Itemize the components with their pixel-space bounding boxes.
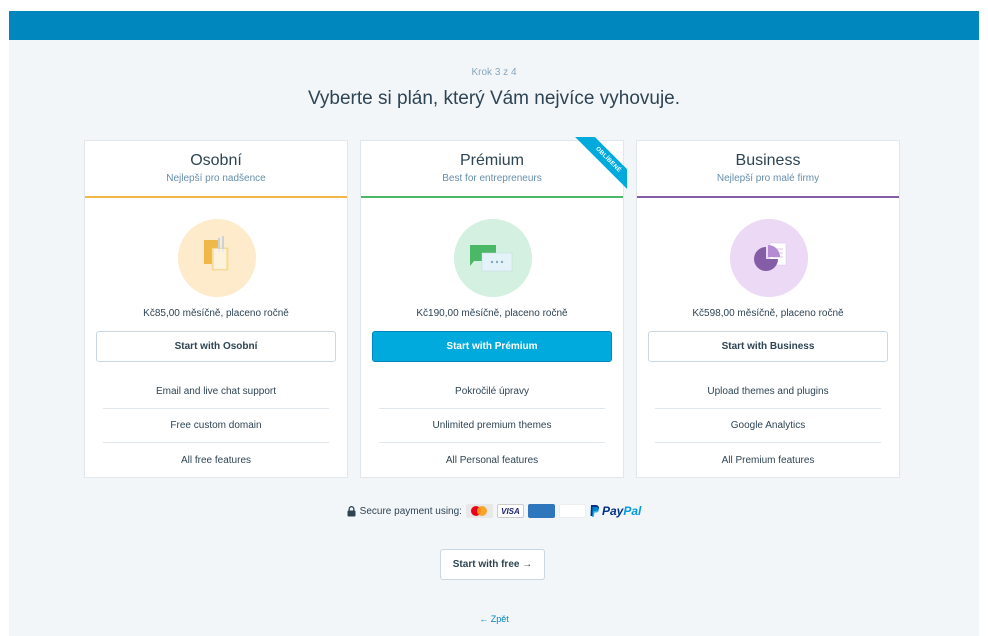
start-business-button[interactable]: Start with Business xyxy=(648,331,888,362)
masthead-bar xyxy=(9,11,979,40)
paypal-pal-text: Pal xyxy=(623,504,642,518)
paypal-pay-text: Pay xyxy=(601,504,624,518)
feature-item: All free features xyxy=(180,454,252,466)
feature-item: All Premium features xyxy=(721,454,815,466)
paypal-icon xyxy=(590,505,599,517)
feature-item: Google Analytics xyxy=(655,409,881,443)
sticky-notes-icon xyxy=(178,219,256,297)
feature-item: All Personal features xyxy=(445,454,539,466)
mastercard-logo xyxy=(465,504,493,518)
feature-list: Email and live chat support Free custom … xyxy=(103,375,329,477)
back-link[interactable]: ← Zpět xyxy=(9,614,979,624)
plan-card-osobni: Osobní Nejlepší pro nadšence Kč85,00 měs… xyxy=(84,140,348,478)
secure-payment: Secure payment using: VISA Pay Pal xyxy=(9,504,979,518)
page-title: Vyberte si plán, který Vám nejvíce vyhov… xyxy=(307,88,681,109)
start-osobni-button[interactable]: Start with Osobní xyxy=(96,331,336,362)
plan-price: Kč85,00 měsíčně, placeno ročně xyxy=(143,308,289,319)
feature-item: Upload themes and plugins xyxy=(655,375,881,409)
pie-chart-document-icon xyxy=(730,219,808,297)
step-indicator: Krok 3 z 4 xyxy=(471,67,517,78)
popular-ribbon: OBLÍBENÉ xyxy=(569,137,627,195)
ribbon-label: OBLÍBENÉ xyxy=(572,137,627,195)
plan-tagline: Nejlepší pro malé firmy xyxy=(716,173,820,184)
plan-header: Osobní Nejlepší pro nadšence xyxy=(85,141,347,198)
chat-bubbles-icon xyxy=(454,219,532,297)
feature-item: Free custom domain xyxy=(103,409,329,443)
paypal-logo: Pay Pal xyxy=(590,504,641,518)
feature-item: Pokročilé úpravy xyxy=(379,375,605,409)
discover-logo xyxy=(558,504,586,518)
plan-card-business: Business Nejlepší pro malé firmy Kč598,0… xyxy=(636,140,900,478)
plans-grid: Osobní Nejlepší pro nadšence Kč85,00 měs… xyxy=(84,137,902,478)
lock-icon xyxy=(347,505,356,516)
feature-item: Email and live chat support xyxy=(103,375,329,409)
plan-name: Business xyxy=(735,152,801,169)
plan-name: Osobní xyxy=(190,152,242,169)
start-free-button[interactable]: Start with free → xyxy=(440,549,545,580)
plan-tagline: Nejlepší pro nadšence xyxy=(166,173,266,184)
plan-price: Kč190,00 měsíčně, placeno ročně xyxy=(416,308,568,319)
feature-list: Pokročilé úpravy Unlimited premium theme… xyxy=(379,375,605,477)
signup-page: Krok 3 z 4 Vyberte si plán, který Vám ne… xyxy=(9,11,979,636)
feature-list: Upload themes and plugins Google Analyti… xyxy=(655,375,881,477)
secure-payment-label: Secure payment using: xyxy=(359,505,462,517)
plan-price: Kč598,00 měsíčně, placeno ročně xyxy=(692,308,844,319)
plan-header: Business Nejlepší pro malé firmy xyxy=(637,141,899,198)
visa-logo: VISA xyxy=(496,504,524,518)
start-premium-button[interactable]: Start with Prémium xyxy=(372,331,612,362)
amex-logo xyxy=(527,504,555,518)
plan-card-premium: OBLÍBENÉ Prémium Best for entrepreneurs … xyxy=(360,137,627,478)
feature-item: Unlimited premium themes xyxy=(379,409,605,443)
